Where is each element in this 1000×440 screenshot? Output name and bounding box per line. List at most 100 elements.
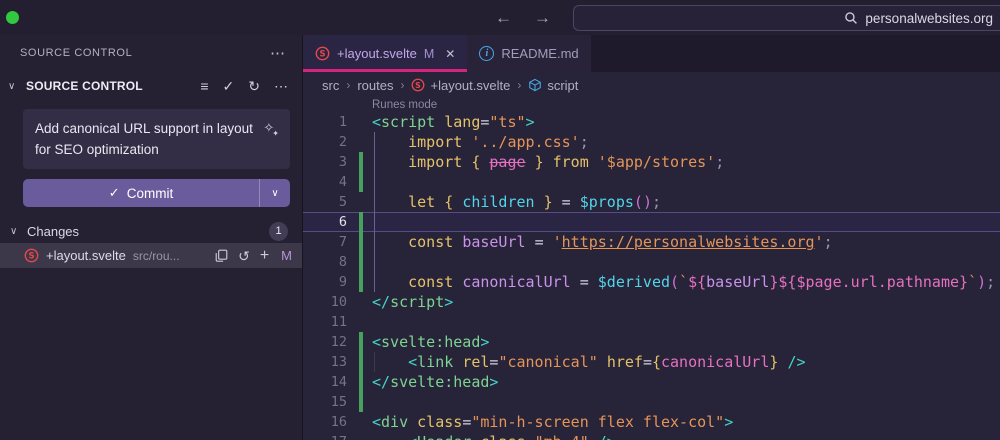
gutter [359,192,363,212]
open-file-icon[interactable] [215,249,228,262]
code-line[interactable]: 6 [303,212,1000,232]
commit-message-input[interactable]: Add canonical URL support in layout for … [23,109,290,169]
code-text: import { page } from '$app/stores'; [408,153,725,171]
changes-header[interactable]: ∨ Changes 1 [0,219,302,243]
source-control-sidebar: SOURCE CONTROL ⋯ ∨ SOURCE CONTROL ≡ ✓ ↻ … [0,35,303,440]
breadcrumb-script[interactable]: script [528,78,578,93]
code-text: <script lang="ts"> [372,113,535,131]
info-icon: i [479,46,495,61]
changed-file-row[interactable]: S +layout.svelte src/rou... ↺ + M [0,243,302,268]
line-number: 5 [338,194,347,210]
view-as-list-icon[interactable]: ≡ [200,79,208,93]
tab-label: README.md [501,46,579,61]
panel-title: SOURCE CONTROL [20,47,133,59]
changes-count-badge: 1 [269,221,288,241]
code-line[interactable]: 2 import '../app.css'; [303,132,1000,152]
code-line[interactable]: 9 const canonicalUrl = $derived(`${baseU… [303,272,1000,292]
code-line[interactable]: 5 let { children } = $props(); [303,192,1000,212]
symbol-module-icon [528,78,542,92]
line-number: 2 [338,134,347,150]
breadcrumb-label: +layout.svelte [430,77,511,93]
diff-added-gutter [359,152,363,172]
line-number: 11 [330,314,347,330]
tab-layout-svelte[interactable]: S +layout.svelte M ✕ [303,35,468,72]
commit-button-label: Commit [126,185,174,201]
runes-mode-lens[interactable]: Runes mode [303,98,1000,112]
more-actions-icon[interactable]: ⋯ [274,79,288,93]
breadcrumb-layout-svelte[interactable]: S +layout.svelte [411,78,510,93]
breadcrumb-src[interactable]: src [322,78,339,93]
code-editor[interactable]: Runes mode 1 <script lang="ts"> 2 import '… [303,98,1000,440]
close-icon[interactable]: ✕ [445,47,455,61]
forward-icon[interactable]: → [534,9,551,26]
search-value: personalwebsites.org [865,10,993,26]
code-line[interactable]: 15 [303,392,1000,412]
svelte-icon: S [24,248,39,263]
gutter [359,292,363,312]
line-number: 10 [330,294,347,310]
chevron-down-icon: ∨ [271,187,279,199]
code-line[interactable]: 14 </svelte:head> [303,372,1000,392]
diff-added-gutter [359,392,363,412]
code-line[interactable]: 4 [303,172,1000,192]
stage-changes-icon[interactable]: + [260,247,269,264]
code-line[interactable]: 10 </script> [303,292,1000,312]
diff-added-gutter [359,172,363,192]
code-line[interactable]: 16 <div class="min-h-screen flex flex-col… [303,412,1000,432]
line-number: 7 [338,234,347,250]
gutter [359,132,363,152]
svg-text:S: S [319,49,325,59]
breadcrumb-label: script [547,77,579,93]
tab-readme-md[interactable]: i README.md [467,35,591,72]
code-text: <link rel="canonical" href={canonicalUrl… [408,353,806,371]
app-window: ← → personalwebsites.org SOURCE CONTROL … [0,0,1000,440]
modified-badge: M [281,248,292,263]
sparkle-ai-icon[interactable]: ✧✦ [263,117,281,140]
window-traffic-light[interactable] [6,11,19,24]
chevron-down-icon[interactable]: ∨ [8,81,20,92]
code-line[interactable]: 8 [303,252,1000,272]
line-number: 16 [330,414,347,430]
breadcrumb-routes[interactable]: routes [357,78,393,93]
tab-modified-badge: M [423,46,435,61]
line-number: 9 [338,274,347,290]
changes-label: Changes [27,223,80,239]
code-line[interactable]: 3 import { page } from '$app/stores'; [303,152,1000,172]
code-line[interactable]: 1 <script lang="ts"> [303,112,1000,132]
code-line[interactable]: 11 [303,312,1000,332]
code-text: const baseUrl = 'https://personalwebsite… [408,233,833,251]
line-number: 3 [338,154,347,170]
check-icon: ✓ [108,185,120,200]
editor-area: S +layout.svelte M ✕ i README.md src › r… [303,35,1000,440]
line-number: 1 [338,114,347,130]
commit-dropdown-button[interactable]: ∨ [260,179,290,207]
search-input[interactable]: personalwebsites.org [573,5,1000,31]
diff-added-gutter [359,232,363,252]
svelte-icon: S [315,46,330,61]
breadcrumb-label: src [322,77,340,93]
back-icon[interactable]: ← [495,9,512,26]
commit-message-text: Add canonical URL support in layout for … [35,121,253,157]
code-line[interactable]: 17 <Header class="mb-4" /> [303,432,1000,440]
gutter [359,432,363,440]
breadcrumb-separator: › [517,78,522,92]
code-line[interactable]: 13 <link rel="canonical" href={canonical… [303,352,1000,372]
refresh-icon[interactable]: ↻ [248,79,260,93]
diff-added-gutter [359,252,363,272]
line-number: 14 [330,374,347,390]
code-text: <div class="min-h-screen flex flex-col"> [372,413,734,431]
indent-guide [374,352,375,372]
commit-check-icon[interactable]: ✓ [223,79,235,93]
line-number: 6 [338,214,347,230]
breadcrumb: src › routes › S +layout.svelte › script [303,72,1000,98]
discard-changes-icon[interactable]: ↺ [238,249,250,263]
svelte-icon: S [411,78,425,92]
gutter [359,312,363,332]
file-name: +layout.svelte [46,248,126,263]
code-lines: 1 <script lang="ts"> 2 import '../app.css'… [303,112,1000,440]
commit-button[interactable]: ✓ Commit ∨ [23,179,290,207]
code-line[interactable]: 7 const baseUrl = 'https://personalwebsi… [303,232,1000,252]
code-line[interactable]: 12 <svelte:head> [303,332,1000,352]
diff-added-gutter [359,272,363,292]
panel-more-icon[interactable]: ⋯ [270,44,286,62]
